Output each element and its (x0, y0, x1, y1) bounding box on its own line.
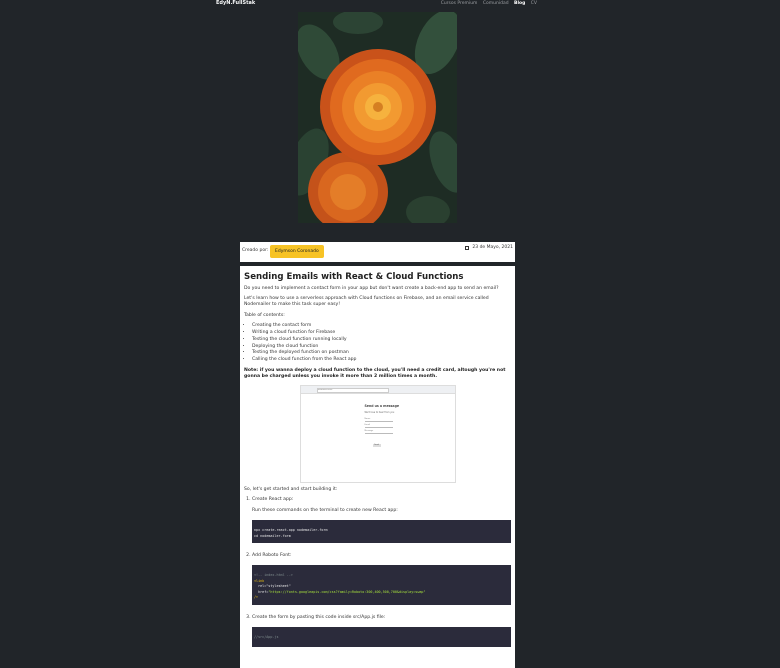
steps-list: Create React app: Run these commands on … (244, 497, 511, 514)
step-item: Add Roboto Font: (252, 553, 511, 559)
form-screenshot: localhost:3000 Send us a message We'd lo… (299, 384, 456, 483)
article-note: Note: if you wanna deploy a cloud functi… (244, 368, 506, 380)
nav-item-cursos-premium[interactable]: Cursos Premium (441, 1, 478, 6)
code-attr: rel="stylesheet" (258, 584, 291, 589)
brand-logo[interactable]: EdyN.FullStak (216, 0, 255, 7)
screenshot-form-subtitle: We'd love to hear from you (364, 410, 395, 414)
lets-start-text: So, let's get started and start building… (244, 486, 338, 492)
code-line: cd nodemailer-form (254, 533, 291, 538)
code-tag-close: /> (254, 595, 259, 600)
step-item: Create React app: Run these commands on … (252, 497, 511, 514)
post-date-text: 23 de Mayo, 2021 (472, 245, 513, 250)
code-string: "https://fonts.googleapis.com/css?family… (268, 589, 426, 594)
toc-label: Table of contents: (244, 312, 285, 318)
screenshot-send-button: Send (372, 443, 381, 448)
code-attr: href= (258, 589, 269, 594)
nav-item-cv[interactable]: CV (531, 1, 537, 6)
created-by-label: Creado por: (242, 248, 269, 253)
list-item: Calling the cloud function from the Reac… (252, 357, 511, 364)
code-block-app-js: //src/App.js (252, 626, 511, 647)
steps-list-3: Create the form by pasting this code ins… (244, 615, 511, 621)
article-intro-2: Let's learn how to use a serverless appr… (244, 296, 489, 308)
author-badge[interactable]: Edymson Coronado (270, 245, 324, 258)
screenshot-field-email: Email (364, 424, 393, 428)
code-comment: <!-- index.html --> (254, 573, 293, 578)
nav-menu: Cursos Premium Comunidad Blog CV (437, 0, 537, 7)
browser-url: localhost:3000 (316, 387, 389, 393)
top-navbar: EdyN.FullStak Cursos Premium Comunidad B… (0, 0, 780, 8)
screenshot-field-name: Name (364, 418, 393, 422)
screenshot-field-message: Message (364, 430, 393, 434)
step-desc: Run these commands on the terminal to cr… (252, 507, 398, 513)
step-item: Create the form by pasting this code ins… (252, 615, 511, 621)
article-title: Sending Emails with React & Cloud Functi… (244, 272, 464, 282)
code-block-roboto-font: <!-- index.html --> <link rel="styleshee… (252, 565, 511, 605)
hero-image (298, 12, 457, 223)
post-date: 23 de Mayo, 2021 (465, 245, 513, 250)
list-item: Testing the cloud function running local… (252, 337, 511, 344)
list-item: Creating the contact form (252, 323, 511, 330)
screenshot-form-title: Send us a message (364, 403, 400, 408)
calendar-icon (465, 245, 470, 250)
code-tag: <link (254, 578, 265, 583)
steps-list-2: Add Roboto Font: (244, 553, 511, 559)
post-meta-bar: Creado por: Edymson Coronado 23 de Mayo,… (240, 242, 515, 262)
list-item: Writing a cloud function for Firebase (252, 330, 511, 337)
article-body: Sending Emails with React & Cloud Functi… (240, 266, 515, 668)
step-label: Create React app: (252, 496, 294, 502)
browser-bar: localhost:3000 (300, 385, 455, 394)
nav-item-comunidad[interactable]: Comunidad (483, 1, 509, 6)
article-intro: Do you need to implement a contact form … (244, 286, 499, 291)
code-block-create-app: npx create-react-app nodemailer-form cd … (252, 520, 511, 544)
nav-item-blog[interactable]: Blog (514, 1, 525, 6)
toc-list: Creating the contact form Writing a clou… (244, 323, 511, 364)
code-line: npx create-react-app nodemailer-form (254, 528, 328, 533)
code-comment: //src/App.js (254, 634, 279, 639)
